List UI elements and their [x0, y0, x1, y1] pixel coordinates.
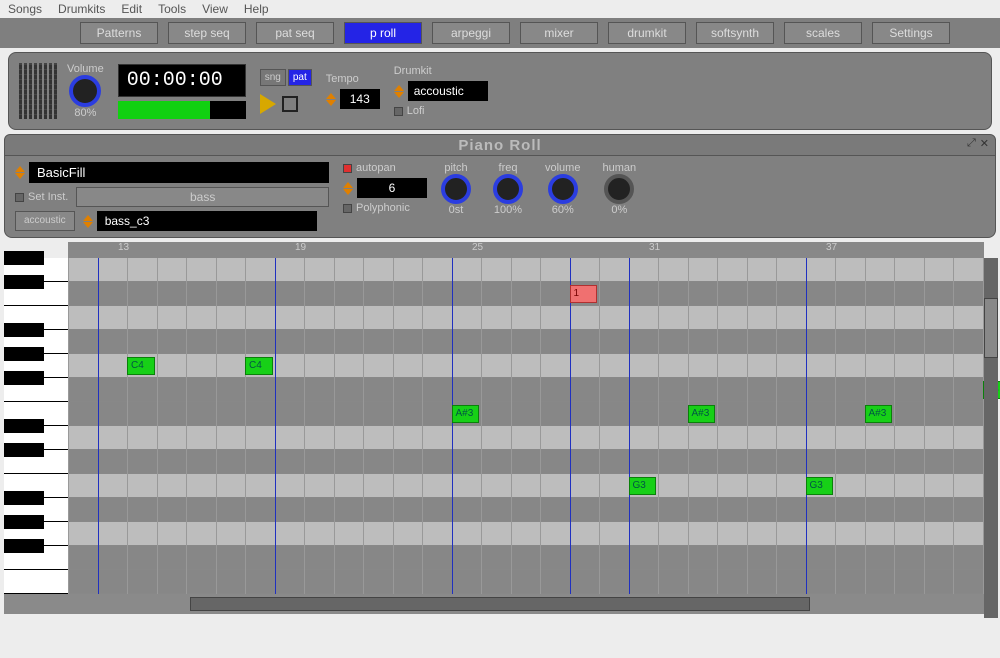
toolbar: Patterns step seq pat seq p roll arpeggi mixe…: [0, 18, 1000, 48]
volume-value: 80%: [67, 107, 104, 119]
ruler-mark: 31: [649, 242, 660, 253]
note[interactable]: C4: [127, 357, 155, 375]
song-progress[interactable]: [118, 101, 246, 119]
tab-Patterns[interactable]: Patterns: [80, 22, 158, 44]
ruler-mark: 37: [826, 242, 837, 253]
chevron-down-icon[interactable]: [394, 92, 404, 98]
horizontal-scrollbar[interactable]: [190, 597, 810, 611]
stop-icon[interactable]: [282, 96, 298, 112]
menu-tools[interactable]: Tools: [158, 2, 186, 16]
vu-meter: [19, 63, 53, 119]
lofi-checkbox[interactable]: Lofi: [394, 105, 488, 117]
chevron-up-icon[interactable]: [326, 93, 336, 99]
ruler-mark: 25: [472, 242, 483, 253]
hscroll-zone: [4, 594, 996, 614]
autopan-checkbox[interactable]: autopan: [343, 162, 427, 174]
sample-spinner[interactable]: bass_c3: [83, 211, 317, 231]
sng-pat-col: sng pat: [260, 69, 312, 114]
play-icon[interactable]: [260, 94, 276, 114]
ruler: 13 19 25 31 37: [68, 242, 984, 258]
note[interactable]: 1: [570, 285, 598, 303]
piano-keys[interactable]: [4, 258, 68, 594]
volume-label: Volume: [67, 63, 104, 75]
volume-knob[interactable]: [69, 75, 101, 107]
menu-view[interactable]: View: [202, 2, 228, 16]
note[interactable]: A#3: [865, 405, 893, 423]
volume-knob-wrap: Volume 80%: [67, 63, 104, 119]
knob-row: pitch0st freq100% volume60% human0%: [441, 162, 636, 216]
note[interactable]: A#3: [688, 405, 716, 423]
note[interactable]: G3: [629, 477, 657, 495]
vertical-scrollbar[interactable]: [984, 258, 998, 618]
menu-edit[interactable]: Edit: [121, 2, 142, 16]
sample-select[interactable]: bass_c3: [97, 211, 317, 231]
kit-button[interactable]: accoustic: [15, 211, 75, 231]
tab-mixer[interactable]: mixer: [520, 22, 598, 44]
note[interactable]: A#3: [452, 405, 480, 423]
ruler-mark: 13: [118, 242, 129, 253]
tab-pat-seq[interactable]: pat seq: [256, 22, 334, 44]
window-titlebar: Piano Roll ⤢ ✕: [4, 134, 996, 156]
tab-scales[interactable]: scales: [784, 22, 862, 44]
drumkit-col: Drumkit accoustic Lofi: [394, 65, 488, 117]
chevron-down-icon[interactable]: [15, 173, 25, 179]
tempo-col: Tempo 143: [326, 73, 380, 109]
menubar: Songs Drumkits Edit Tools View Help: [0, 0, 1000, 18]
chevron-down-icon[interactable]: [83, 222, 93, 228]
time-col: 00:00:00: [118, 64, 246, 119]
pattern-spinner[interactable]: BasicFill: [15, 162, 329, 183]
chevron-down-icon[interactable]: [326, 100, 336, 106]
pattern-select[interactable]: BasicFill: [29, 162, 329, 183]
tab-arpeggi[interactable]: arpeggi: [432, 22, 510, 44]
maximize-icon[interactable]: ⤢: [967, 137, 976, 150]
chevron-up-icon[interactable]: [343, 182, 353, 188]
piano-roll: 1319253137 1C4C4A#3A#3A#3G3G3B3: [4, 242, 996, 594]
tempo-value[interactable]: 143: [340, 89, 380, 109]
piano-roll-panel: BasicFill Set Inst. bass accoustic bass_…: [4, 156, 996, 238]
tab-step-seq[interactable]: step seq: [168, 22, 246, 44]
tab-p-roll[interactable]: p roll: [344, 22, 422, 44]
tab-softsynth[interactable]: softsynth: [696, 22, 774, 44]
note[interactable]: G3: [806, 477, 834, 495]
drumkit-value[interactable]: accoustic: [408, 81, 488, 101]
drumkit-spinner[interactable]: accoustic: [394, 81, 488, 101]
chevron-up-icon[interactable]: [394, 85, 404, 91]
chevron-up-icon[interactable]: [83, 215, 93, 221]
note-grid[interactable]: 1C4C4A#3A#3A#3G3G3B3: [68, 258, 984, 594]
time-display: 00:00:00: [118, 64, 246, 97]
pat-button[interactable]: pat: [288, 69, 312, 86]
human-knob[interactable]: [604, 174, 634, 204]
window-title: Piano Roll: [458, 137, 541, 154]
chevron-up-icon[interactable]: [15, 166, 25, 172]
menu-help[interactable]: Help: [244, 2, 269, 16]
set-inst-checkbox[interactable]: Set Inst.: [15, 191, 68, 203]
transport-panel: Volume 80% 00:00:00 sng pat Tempo 143 Dr…: [8, 52, 992, 130]
chevron-down-icon[interactable]: [343, 189, 353, 195]
drumkit-label: Drumkit: [394, 65, 488, 77]
track-field[interactable]: bass: [76, 187, 329, 207]
steps-spinner[interactable]: 6: [343, 178, 427, 198]
freq-knob[interactable]: [493, 174, 523, 204]
tempo-spinner[interactable]: 143: [326, 89, 380, 109]
volume-knob[interactable]: [548, 174, 578, 204]
sng-button[interactable]: sng: [260, 69, 286, 86]
ruler-mark: 19: [295, 242, 306, 253]
steps-value[interactable]: 6: [357, 178, 427, 198]
note[interactable]: C4: [245, 357, 273, 375]
polyphonic-checkbox[interactable]: Polyphonic: [343, 202, 427, 214]
menu-songs[interactable]: Songs: [8, 2, 42, 16]
sng-pat-toggle[interactable]: sng pat: [260, 69, 312, 86]
tempo-label: Tempo: [326, 73, 380, 85]
tab-Settings[interactable]: Settings: [872, 22, 950, 44]
tab-drumkit[interactable]: drumkit: [608, 22, 686, 44]
menu-drumkits[interactable]: Drumkits: [58, 2, 105, 16]
pitch-knob[interactable]: [441, 174, 471, 204]
close-icon[interactable]: ✕: [980, 137, 989, 150]
